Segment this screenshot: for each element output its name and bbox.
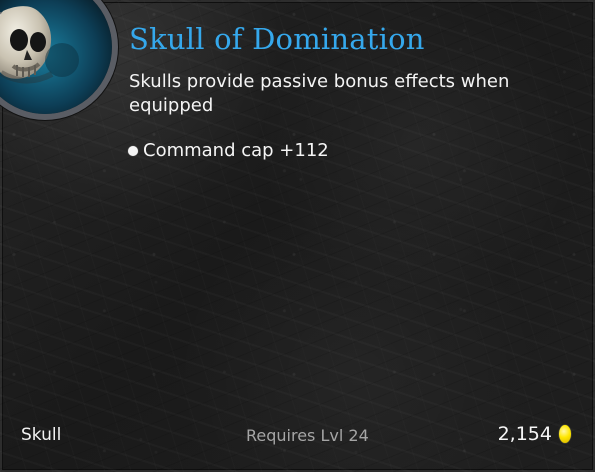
item-title: Skull of Domination [129, 22, 425, 56]
level-requirement: Requires Lvl 24 [246, 426, 369, 445]
item-description: Skulls provide passive bonus effects whe… [129, 71, 510, 116]
price-value: 2,154 [497, 423, 552, 445]
gold-coin-icon [559, 425, 571, 443]
item-type: Skull [21, 425, 62, 445]
bullet-icon [128, 146, 138, 156]
item-price: 2,154 [498, 423, 571, 445]
item-tooltip: Skull of Domination Skulls provide passi… [0, 0, 595, 472]
skull-portrait-icon [0, 0, 118, 120]
bonus-item: Command cap +112 [128, 140, 329, 162]
bonus-list: Command cap +112 [128, 140, 329, 162]
bonus-text: Command cap +112 [143, 140, 329, 161]
tooltip-footer: Skull Requires Lvl 24 2,154 [0, 400, 595, 472]
